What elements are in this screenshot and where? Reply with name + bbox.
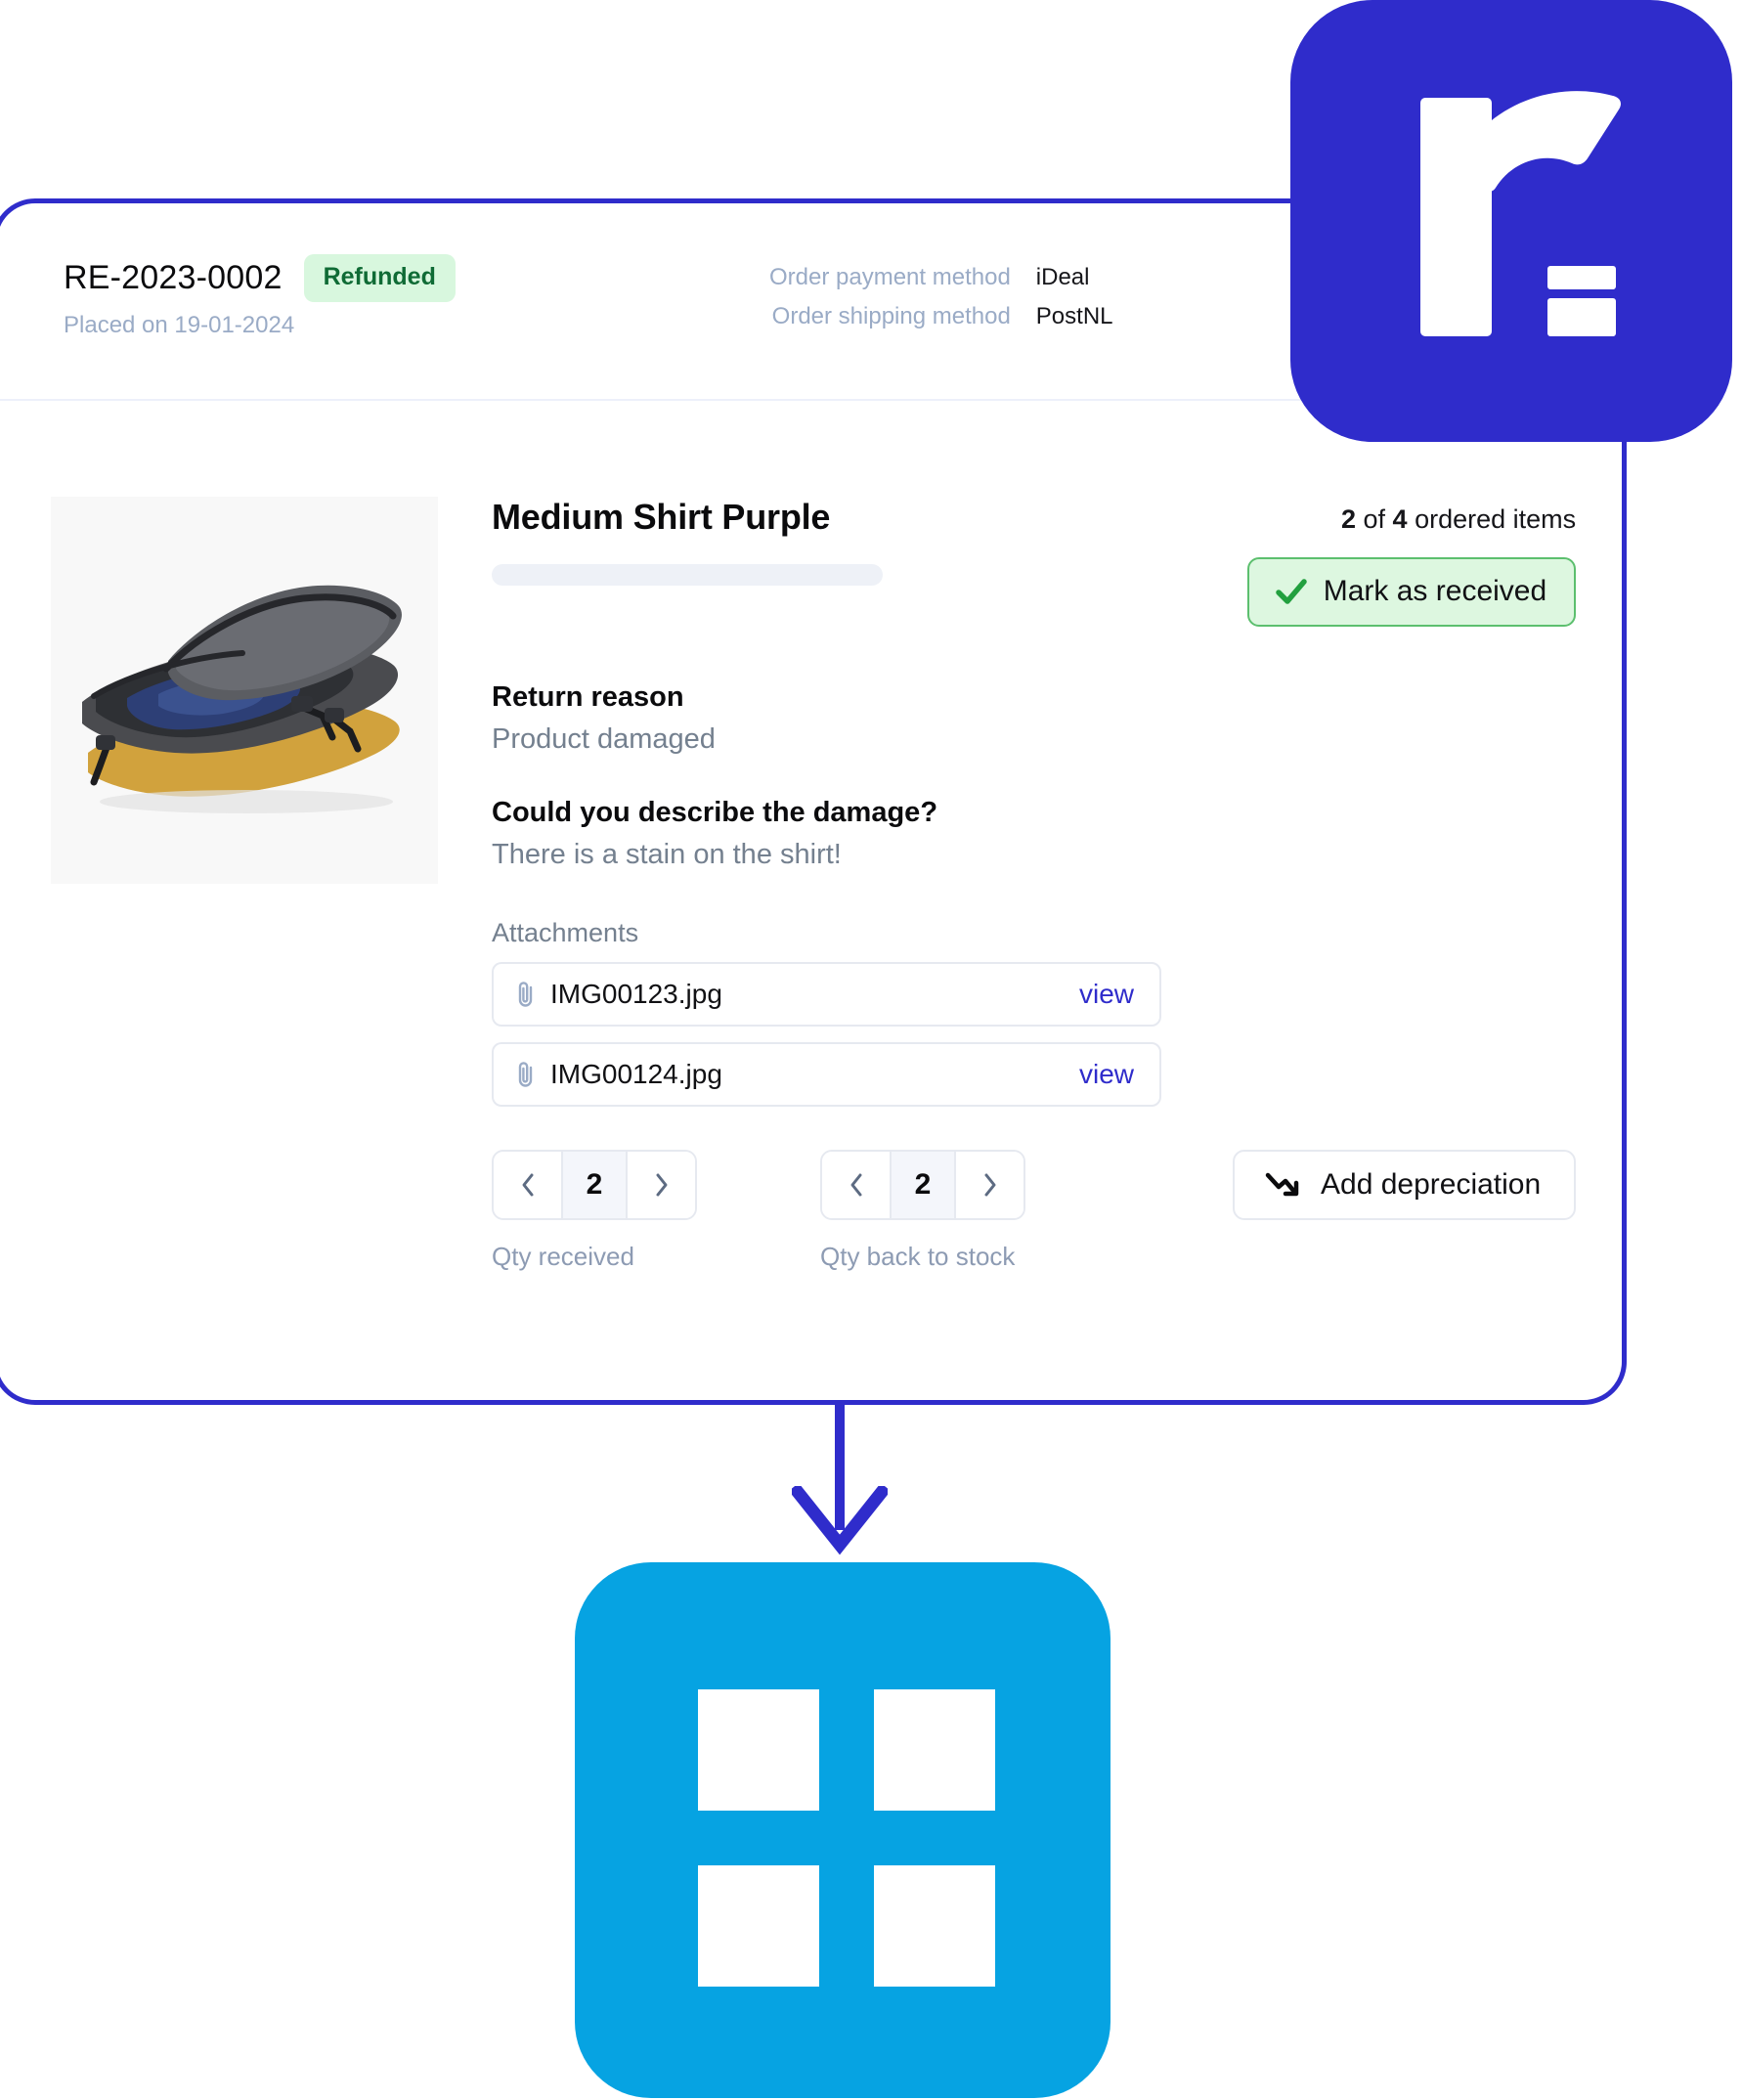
shipping-method-value: PostNL bbox=[1035, 303, 1113, 329]
qty-back-to-stock-stepper[interactable]: 2 bbox=[820, 1150, 1025, 1220]
attachment-filename: IMG00123.jpg bbox=[550, 979, 722, 1009]
mark-as-received-button[interactable]: Mark as received bbox=[1246, 557, 1577, 627]
shipping-method-label: Order shipping method bbox=[771, 303, 1011, 329]
ordered-items-block: 2 of 4 ordered items Mark as received bbox=[1246, 497, 1577, 627]
attachment-view-link[interactable]: view bbox=[1079, 1059, 1134, 1090]
qty-received-stepper[interactable]: 2 bbox=[492, 1150, 697, 1220]
qty-back-to-stock-caption: Qty back to stock bbox=[820, 1242, 1016, 1271]
qty-back-to-stock-decrement-button[interactable] bbox=[822, 1152, 890, 1218]
quantity-controls: 2 Qty received 2 Qty back to stock Add d… bbox=[492, 1150, 1577, 1272]
ordered-items-count: 2 of 4 ordered items bbox=[1247, 504, 1576, 535]
returnless-logo bbox=[1290, 0, 1732, 442]
paperclip-icon bbox=[513, 980, 539, 1009]
attachments-label: Attachments bbox=[492, 918, 639, 947]
ordered-items-suffix: ordered items bbox=[1415, 504, 1577, 534]
connector-arrowhead-icon bbox=[792, 1486, 888, 1556]
attachment-row[interactable]: IMG00124.jpg view bbox=[492, 1042, 1161, 1107]
product-details: Medium Shirt Purple 2 of 4 ordered items bbox=[438, 497, 1670, 1272]
attachment-view-link[interactable]: view bbox=[1079, 979, 1134, 1010]
header-title-row: RE-2023-0002 Refunded bbox=[64, 254, 456, 302]
ordered-total-value: 4 bbox=[1392, 504, 1408, 534]
qty-back-to-stock-value[interactable]: 2 bbox=[890, 1152, 956, 1218]
qty-back-to-stock-group: 2 Qty back to stock bbox=[820, 1150, 1149, 1272]
qty-received-decrement-button[interactable] bbox=[494, 1152, 561, 1218]
qty-received-increment-button[interactable] bbox=[628, 1152, 695, 1218]
payment-method-label: Order payment method bbox=[769, 264, 1011, 290]
card-body: Medium Shirt Purple 2 of 4 ordered items bbox=[0, 401, 1622, 1272]
check-icon bbox=[1275, 575, 1308, 608]
product-image bbox=[51, 497, 438, 884]
attachment-row[interactable]: IMG00123.jpg view bbox=[492, 962, 1161, 1027]
attachment-filename: IMG00124.jpg bbox=[550, 1059, 722, 1089]
damage-description-answer: There is a stain on the shirt! bbox=[492, 839, 842, 870]
paperclip-icon bbox=[513, 1060, 539, 1089]
header-left: RE-2023-0002 Refunded Placed on 19-01-20… bbox=[64, 254, 456, 339]
return-reason-question: Return reason bbox=[492, 681, 684, 713]
lightspeed-logo bbox=[575, 1562, 1111, 2098]
return-reason-block: Return reason Product damaged bbox=[492, 681, 1576, 756]
qty-received-value[interactable]: 2 bbox=[561, 1152, 628, 1218]
page-root: RE-2023-0002 Refunded Placed on 19-01-20… bbox=[0, 0, 1742, 2100]
attachments-section: Attachments IMG00123.jpg view IMG00124.j… bbox=[492, 918, 1576, 1107]
damage-description-block: Could you describe the damage? There is … bbox=[492, 797, 1576, 871]
damage-description-question: Could you describe the damage? bbox=[492, 797, 938, 828]
variant-placeholder-bar bbox=[492, 564, 883, 586]
ordered-received-value: 2 bbox=[1340, 504, 1356, 534]
qty-received-group: 2 Qty received bbox=[492, 1150, 820, 1272]
product-title: Medium Shirt Purple bbox=[492, 497, 831, 537]
status-badge: Refunded bbox=[303, 254, 456, 302]
return-reason-answer: Product damaged bbox=[492, 723, 716, 755]
qty-back-to-stock-increment-button[interactable] bbox=[956, 1152, 1023, 1218]
add-depreciation-label: Add depreciation bbox=[1321, 1168, 1542, 1201]
mark-as-received-label: Mark as received bbox=[1323, 575, 1547, 607]
return-id: RE-2023-0002 bbox=[64, 259, 283, 296]
trend-down-icon bbox=[1264, 1169, 1301, 1201]
ordered-of-label: of bbox=[1363, 504, 1386, 534]
order-meta: Order payment method iDeal Order shippin… bbox=[769, 264, 1113, 330]
qty-received-caption: Qty received bbox=[492, 1242, 634, 1271]
add-depreciation-button[interactable]: Add depreciation bbox=[1233, 1150, 1577, 1220]
payment-method-value: iDeal bbox=[1035, 264, 1090, 290]
placed-on-date: Placed on 19-01-2024 bbox=[64, 312, 295, 338]
product-title-row: Medium Shirt Purple 2 of 4 ordered items bbox=[492, 497, 1577, 627]
product-title-block: Medium Shirt Purple bbox=[492, 497, 883, 586]
